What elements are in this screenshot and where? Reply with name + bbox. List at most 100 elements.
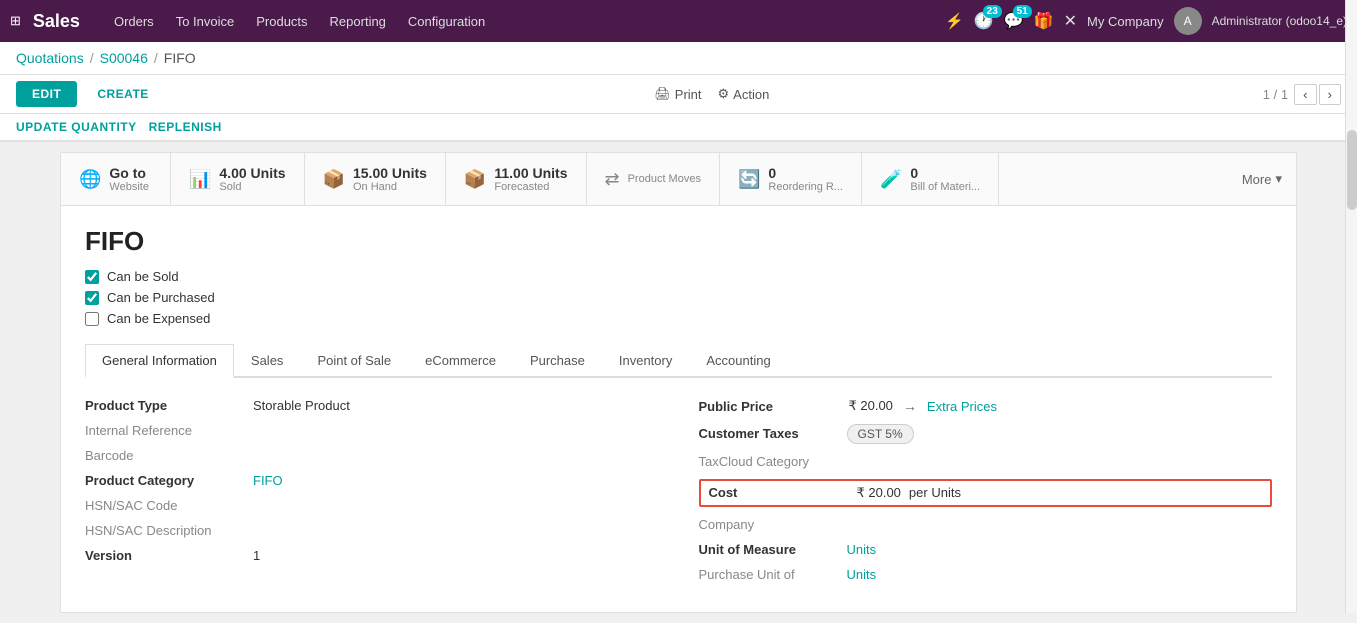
sold-icon: 📊 [189,169,211,190]
can-be-sold-checkbox[interactable]: Can be Sold [85,269,1272,284]
arrow-right-icon: → [903,398,917,414]
form-section: Product Type Storable Product Internal R… [85,398,1272,592]
public-price-value: ₹ 20.00 [849,398,893,414]
edit-button[interactable]: EDIT [16,81,77,107]
taxcloud-label: TaxCloud Category [699,454,839,469]
stat-btn-website[interactable]: 🌐 Go to Website [61,153,171,205]
next-arrow[interactable]: › [1319,84,1341,105]
uom-row: Unit of Measure Units [699,542,1273,557]
bom-value: 0 [910,165,980,181]
stat-btn-forecasted[interactable]: 📦 11.00 Units Forecasted [446,153,587,205]
tab-general-information[interactable]: General Information [85,344,234,378]
close-icon[interactable]: ✕ [1064,11,1077,31]
more-button[interactable]: More ▾ [1228,153,1296,205]
stat-btn-onhand[interactable]: 📦 15.00 Units On Hand [305,153,446,205]
tab-sales[interactable]: Sales [234,344,301,378]
action-button[interactable]: ⚙ Action [718,86,770,102]
smart-buttons-bar: UPDATE QUANTITY REPLENISH [0,114,1357,142]
stat-btn-product-moves[interactable]: ⇄ Product Moves [587,153,720,205]
create-button[interactable]: CREATE [85,81,160,107]
reorder-icon: 🔄 [738,169,760,190]
stat-btn-sold[interactable]: 📊 4.00 Units Sold [171,153,305,205]
reorder-value: 0 [768,165,843,181]
tab-point-of-sale[interactable]: Point of Sale [300,344,408,378]
action-bar-right: 1 / 1 ‹ › [1263,84,1341,105]
avatar: A [1174,7,1202,35]
uom-value[interactable]: Units [847,542,877,557]
version-row: Version 1 [85,548,659,563]
breadcrumb-quotations[interactable]: Quotations [16,50,84,66]
stat-btn-bom[interactable]: 🧪 0 Bill of Materi... [862,153,999,205]
reorder-label: Reordering R... [768,181,843,193]
action-bar: EDIT CREATE 🖨 Print ⚙ Action 1 / 1 ‹ › [0,75,1357,114]
breadcrumb-sep1: / [90,50,94,66]
can-be-expensed-checkbox[interactable]: Can be Expensed [85,311,1272,326]
breadcrumb-bar: Quotations / S00046 / FIFO [0,42,1357,75]
moves-label: Product Moves [628,173,701,185]
breadcrumb-s00046[interactable]: S00046 [100,50,148,66]
tab-inventory[interactable]: Inventory [602,344,689,378]
forecast-icon: 📦 [464,169,486,190]
can-be-expensed-label: Can be Expensed [107,311,210,326]
update-quantity-button[interactable]: UPDATE QUANTITY [16,120,137,134]
gift-icon[interactable]: 🎁 [1034,11,1054,31]
sold-checkbox-input[interactable] [85,270,99,284]
scrollbar-track [1345,0,1357,613]
can-be-purchased-label: Can be Purchased [107,290,215,305]
product-title: FIFO [85,226,1272,257]
nav-reporting[interactable]: Reporting [320,8,396,35]
company-label: Company [699,517,839,532]
grid-icon[interactable]: ⊞ [10,13,21,29]
nav-right: ⚡ 🕐 23 💬 51 🎁 ✕ My Company A Administrat… [945,7,1347,35]
chat-badge: 51 [1013,5,1032,18]
checkbox-group: Can be Sold Can be Purchased Can be Expe… [85,269,1272,326]
tab-purchase[interactable]: Purchase [513,344,602,378]
purchase-uom-value[interactable]: Units [847,567,877,582]
breadcrumb-sep2: / [154,50,158,66]
purchase-uom-label: Purchase Unit of [699,567,839,582]
action-bar-center: 🖨 Print ⚙ Action [169,86,1255,102]
print-button[interactable]: 🖨 Print [654,86,701,102]
company-name: My Company [1087,14,1164,29]
product-type-label: Product Type [85,398,245,413]
breadcrumb-fifo: FIFO [164,50,196,66]
bolt-icon[interactable]: ⚡ [945,12,964,30]
purchased-checkbox-input[interactable] [85,291,99,305]
scrollbar-thumb[interactable] [1347,130,1357,210]
nav-orders[interactable]: Orders [104,8,164,35]
can-be-purchased-checkbox[interactable]: Can be Purchased [85,290,1272,305]
chat-icon[interactable]: 💬 51 [1004,11,1024,31]
customer-taxes-row: Customer Taxes GST 5% [699,424,1273,444]
onhand-label: On Hand [353,181,427,193]
nav-to-invoice[interactable]: To Invoice [166,8,245,35]
moves-icon: ⇄ [605,169,620,190]
admin-label: Administrator (odoo14_e) [1212,14,1347,28]
can-be-sold-label: Can be Sold [107,269,179,284]
tabs: General Information Sales Point of Sale … [85,344,1272,378]
bom-icon: 🧪 [880,169,902,190]
product-category-row: Product Category FIFO [85,473,659,488]
extra-prices-link[interactable]: Extra Prices [927,399,997,414]
prev-arrow[interactable]: ‹ [1294,84,1316,105]
website-icon: 🌐 [79,169,101,190]
version-value: 1 [253,548,260,563]
more-label: More [1242,172,1272,187]
tab-ecommerce[interactable]: eCommerce [408,344,513,378]
nav-configuration[interactable]: Configuration [398,8,495,35]
nav-products[interactable]: Products [246,8,317,35]
form-left-col: Product Type Storable Product Internal R… [85,398,659,592]
clock-icon[interactable]: 🕐 23 [974,11,994,31]
nav-menu: Orders To Invoice Products Reporting Con… [104,8,939,35]
cost-label: Cost [709,485,849,500]
expensed-checkbox-input[interactable] [85,312,99,326]
stat-btn-reorder[interactable]: 🔄 0 Reordering R... [720,153,862,205]
internal-ref-row: Internal Reference [85,423,659,438]
uom-label: Unit of Measure [699,542,839,557]
onhand-value: 15.00 Units [353,165,427,181]
product-category-value[interactable]: FIFO [253,473,283,488]
public-price-row: Public Price ₹ 20.00 → Extra Prices [699,398,1273,414]
replenish-button[interactable]: REPLENISH [149,120,222,134]
tab-accounting[interactable]: Accounting [689,344,787,378]
bom-label: Bill of Materi... [910,181,980,193]
customer-taxes-label: Customer Taxes [699,426,839,441]
